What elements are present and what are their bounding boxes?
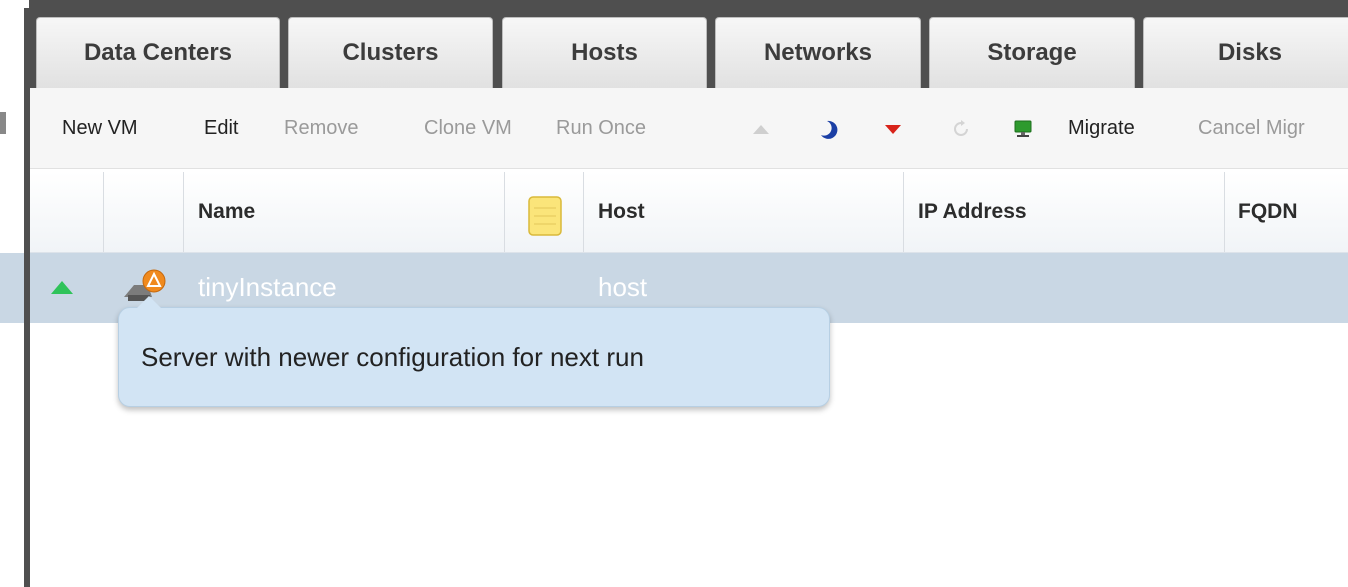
cancel-migration-button[interactable]: Cancel Migr	[1198, 116, 1305, 140]
column-divider	[103, 172, 104, 252]
column-divider	[183, 172, 184, 252]
column-divider	[583, 172, 584, 252]
reboot-icon[interactable]	[950, 118, 972, 140]
up-triangle-icon	[51, 281, 73, 294]
tab-data-centers[interactable]: Data Centers	[36, 17, 280, 88]
clone-vm-button[interactable]: Clone VM	[424, 116, 512, 140]
new-vm-button[interactable]: New VM	[62, 116, 138, 140]
tab-disks[interactable]: Disks	[1143, 17, 1348, 88]
vm-name-cell: tinyInstance	[198, 272, 337, 302]
row-strip	[0, 253, 24, 323]
virtual-machines-panel: New VM Edit Remove Clone VM Run Once Mig…	[30, 88, 1348, 587]
tab-clusters[interactable]: Clusters	[288, 17, 493, 88]
main-tabs: Data Centers Clusters Hosts Networks Sto…	[29, 8, 1348, 88]
migrate-button[interactable]: Migrate	[1068, 116, 1135, 140]
edit-button[interactable]: Edit	[204, 116, 238, 140]
remove-button[interactable]: Remove	[284, 116, 358, 140]
action-toolbar: New VM Edit Remove Clone VM Run Once Mig…	[30, 88, 1348, 169]
column-divider	[903, 172, 904, 252]
vm-grid-header: Name Host IP Address FQDN	[30, 172, 1348, 253]
tab-hosts[interactable]: Hosts	[502, 17, 707, 88]
column-divider	[1224, 172, 1225, 252]
column-header-fqdn[interactable]: FQDN	[1238, 200, 1298, 224]
left-frame	[0, 0, 30, 587]
run-once-button[interactable]: Run Once	[556, 116, 646, 140]
window-frame-top	[0, 0, 1348, 8]
shutdown-down-arrow-icon[interactable]	[882, 118, 904, 140]
column-header-host[interactable]: Host	[598, 200, 645, 224]
suspend-moon-icon[interactable]	[818, 118, 840, 140]
column-header-ip-address[interactable]: IP Address	[918, 200, 1027, 224]
tab-networks[interactable]: Networks	[715, 17, 921, 88]
tab-storage[interactable]: Storage	[929, 17, 1135, 88]
run-up-arrow-icon[interactable]	[750, 118, 772, 140]
tooltip-arrow	[137, 296, 161, 308]
console-monitor-icon[interactable]	[1012, 118, 1034, 140]
tooltip-text: Server with newer configuration for next…	[141, 342, 644, 372]
column-divider	[504, 172, 505, 252]
vm-host-cell: host	[598, 272, 648, 302]
status-tooltip: Server with newer configuration for next…	[118, 296, 830, 407]
comment-note-icon[interactable]	[528, 196, 562, 236]
column-header-name[interactable]: Name	[198, 200, 255, 224]
collapse-handle[interactable]	[0, 112, 6, 134]
